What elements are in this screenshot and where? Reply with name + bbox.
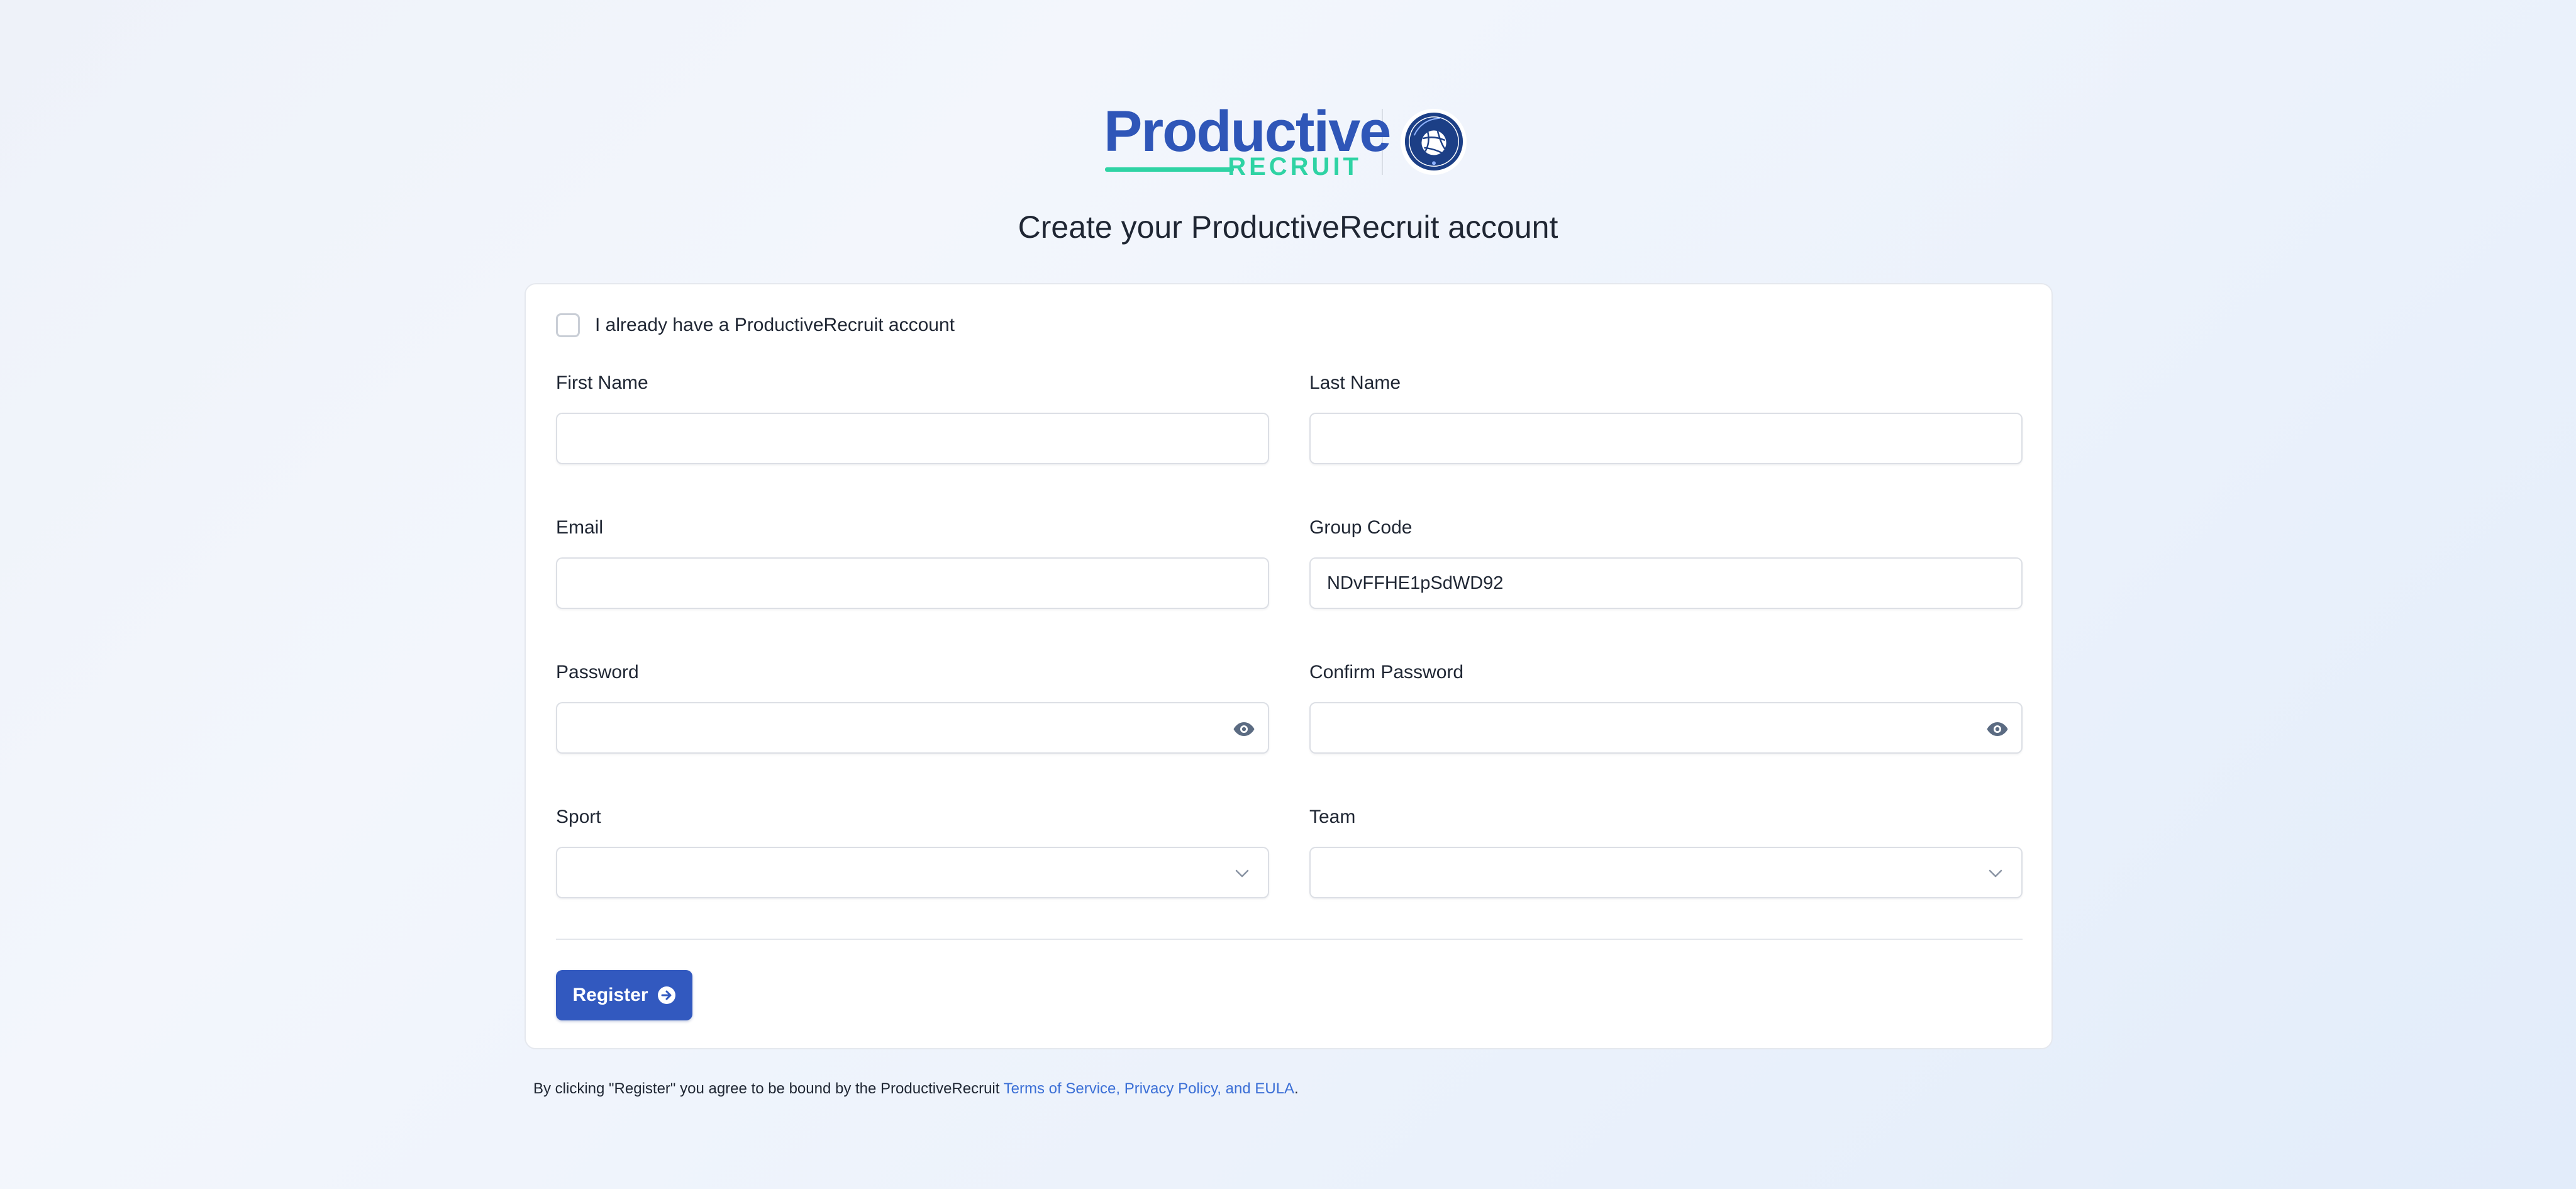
first-name-input[interactable] (557, 414, 1268, 463)
page-title: Create your ProductiveRecruit account (1018, 209, 1558, 245)
chevron-down-icon (1234, 866, 1250, 882)
confirm-password-label: Confirm Password (1309, 662, 1464, 683)
register-button-label: Register (572, 985, 648, 1005)
chevron-down-icon (1987, 866, 2004, 882)
last-name-label: Last Name (1309, 372, 1401, 393)
confirm-password-input[interactable] (1311, 703, 2021, 752)
password-input[interactable] (557, 703, 1268, 752)
volleyball-club-icon (1404, 112, 1463, 171)
sport-label: Sport (556, 807, 601, 827)
show-password-icon[interactable] (1231, 718, 1257, 740)
club-logo (1401, 108, 1467, 175)
group-code-field[interactable] (1309, 557, 2023, 609)
logo-underline (1105, 167, 1234, 172)
productive-recruit-logo: Productive RECRUIT (1104, 103, 1391, 181)
group-code-label: Group Code (1309, 517, 1413, 538)
existing-account-checkbox[interactable] (556, 313, 580, 337)
logo-wordmark-main: Productive (1104, 99, 1391, 164)
existing-account-label: I already have a ProductiveRecruit accou… (595, 315, 955, 335)
team-select[interactable] (1309, 847, 2023, 898)
last-name-input[interactable] (1311, 414, 2021, 463)
existing-account-row: I already have a ProductiveRecruit accou… (556, 313, 955, 337)
last-name-field[interactable] (1309, 413, 2023, 464)
email-input[interactable] (557, 559, 1268, 608)
team-label: Team (1309, 807, 1356, 827)
show-confirm-password-icon[interactable] (1985, 718, 2010, 740)
email-field[interactable] (556, 557, 1269, 609)
logo-wordmark-sub: RECRUIT (1228, 152, 1362, 181)
registration-page: Productive RECRUIT Create your Productiv… (0, 0, 2576, 1189)
sport-select[interactable] (556, 847, 1269, 898)
first-name-label: First Name (556, 372, 648, 393)
arrow-right-circle-icon (657, 986, 675, 1004)
first-name-field[interactable] (556, 413, 1269, 464)
logo-row: Productive RECRUIT (1104, 101, 1467, 182)
password-field[interactable] (556, 702, 1269, 754)
legal-suffix: . (1294, 1080, 1299, 1097)
register-button[interactable]: Register (556, 970, 692, 1020)
confirm-password-field[interactable] (1309, 702, 2023, 754)
legal-notice: By clicking "Register" you agree to be b… (533, 1080, 1299, 1098)
email-label: Email (556, 517, 604, 538)
terms-link[interactable]: Terms of Service, Privacy Policy, and EU… (1004, 1080, 1294, 1097)
legal-prefix: By clicking "Register" you agree to be b… (533, 1080, 1004, 1097)
registration-card: I already have a ProductiveRecruit accou… (525, 283, 2053, 1049)
form-divider (556, 939, 2023, 940)
group-code-input[interactable] (1311, 559, 2021, 608)
password-label: Password (556, 662, 639, 683)
